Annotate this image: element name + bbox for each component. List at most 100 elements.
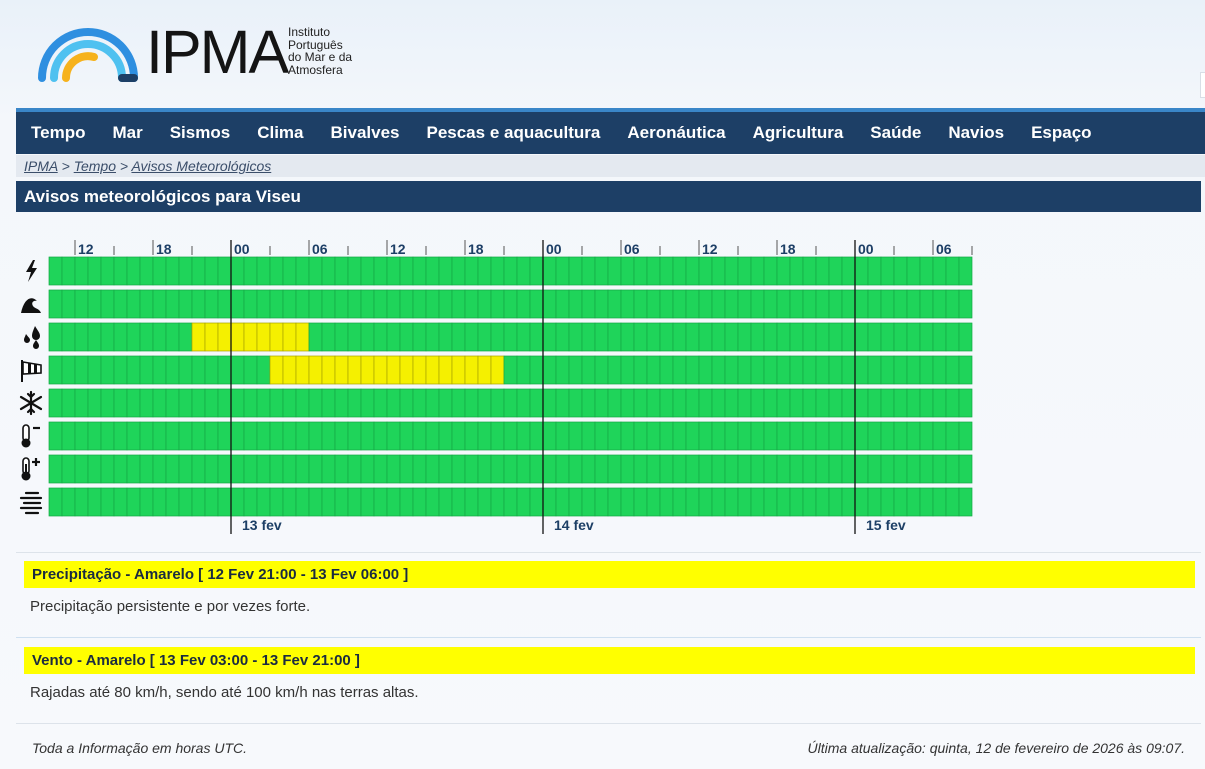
warning-cell-green[interactable] <box>724 388 739 418</box>
warning-cell-green[interactable] <box>503 487 518 517</box>
warning-cell-green[interactable] <box>659 322 674 352</box>
warning-cell-green[interactable] <box>568 421 583 451</box>
warning-cell-green[interactable] <box>880 322 895 352</box>
warning-cell-green[interactable] <box>451 289 466 319</box>
warning-cell-green[interactable] <box>490 289 505 319</box>
warning-cell-green[interactable] <box>763 256 778 286</box>
warning-cell-green[interactable] <box>919 421 934 451</box>
warning-cell-green[interactable] <box>139 355 154 385</box>
warning-cell-yellow[interactable] <box>282 322 297 352</box>
warning-cell-green[interactable] <box>789 487 804 517</box>
warning-cell-green[interactable] <box>555 322 570 352</box>
warning-cell-green[interactable] <box>724 454 739 484</box>
warning-cell-green[interactable] <box>880 289 895 319</box>
warning-cell-green[interactable] <box>893 454 908 484</box>
warning-cell-green[interactable] <box>919 256 934 286</box>
warning-cell-green[interactable] <box>451 322 466 352</box>
warning-cell-green[interactable] <box>646 355 661 385</box>
warning-cell-green[interactable] <box>347 256 362 286</box>
ipma-logo[interactable]: IPMA Instituto Português do Mar e da Atm… <box>36 22 366 86</box>
warning-cell-green[interactable] <box>191 487 206 517</box>
warning-cell-green[interactable] <box>269 421 284 451</box>
nav-item-saude[interactable]: Saúde <box>870 123 921 143</box>
warning-cell-green[interactable] <box>737 289 752 319</box>
warning-cell-green[interactable] <box>828 355 843 385</box>
warning-cell-green[interactable] <box>529 421 544 451</box>
warning-cell-green[interactable] <box>763 322 778 352</box>
warning-cell-green[interactable] <box>711 421 726 451</box>
warning-cell-green[interactable] <box>763 421 778 451</box>
warning-cell-yellow[interactable] <box>490 355 505 385</box>
warning-cell-green[interactable] <box>607 322 622 352</box>
warning-cell-green[interactable] <box>204 388 219 418</box>
warning-cell-green[interactable] <box>932 355 947 385</box>
warning-cell-green[interactable] <box>958 454 973 484</box>
warning-cell-green[interactable] <box>204 421 219 451</box>
warning-cell-green[interactable] <box>360 388 375 418</box>
warning-cell-green[interactable] <box>802 388 817 418</box>
warning-cell-green[interactable] <box>360 421 375 451</box>
warning-cell-green[interactable] <box>334 388 349 418</box>
warning-cell-green[interactable] <box>932 388 947 418</box>
warning-cell-green[interactable] <box>646 322 661 352</box>
warning-cell-green[interactable] <box>87 388 102 418</box>
warning-cell-green[interactable] <box>451 487 466 517</box>
warning-cell-green[interactable] <box>594 289 609 319</box>
warning-cell-green[interactable] <box>360 454 375 484</box>
warning-cell-green[interactable] <box>750 454 765 484</box>
warning-cell-yellow[interactable] <box>256 322 271 352</box>
warning-cell-green[interactable] <box>399 256 414 286</box>
warning-cell-green[interactable] <box>308 289 323 319</box>
warning-cell-green[interactable] <box>620 256 635 286</box>
warning-cell-green[interactable] <box>646 388 661 418</box>
warning-cell-green[interactable] <box>243 454 258 484</box>
warning-cell-green[interactable] <box>867 256 882 286</box>
warning-cell-green[interactable] <box>347 487 362 517</box>
warning-cell-green[interactable] <box>282 421 297 451</box>
warning-cell-green[interactable] <box>412 256 427 286</box>
warning-cell-green[interactable] <box>178 355 193 385</box>
warning-cell-green[interactable] <box>776 355 791 385</box>
warning-cell-green[interactable] <box>165 289 180 319</box>
warning-cell-green[interactable] <box>360 322 375 352</box>
warning-cell-yellow[interactable] <box>347 355 362 385</box>
warning-cell-green[interactable] <box>620 322 635 352</box>
warning-cell-green[interactable] <box>854 322 869 352</box>
warning-cell-green[interactable] <box>230 421 245 451</box>
warning-cell-green[interactable] <box>568 256 583 286</box>
warning-cell-green[interactable] <box>854 256 869 286</box>
warning-cell-green[interactable] <box>100 421 115 451</box>
warning-cell-green[interactable] <box>880 355 895 385</box>
warning-cell-green[interactable] <box>776 487 791 517</box>
warning-cell-green[interactable] <box>698 355 713 385</box>
warning-cell-green[interactable] <box>750 355 765 385</box>
warning-cell-green[interactable] <box>802 322 817 352</box>
warning-cell-green[interactable] <box>672 289 687 319</box>
warning-cell-yellow[interactable] <box>334 355 349 385</box>
warning-cell-yellow[interactable] <box>373 355 388 385</box>
warning-cell-green[interactable] <box>945 322 960 352</box>
warning-cell-green[interactable] <box>256 388 271 418</box>
warning-cell-green[interactable] <box>282 454 297 484</box>
warning-cell-green[interactable] <box>932 289 947 319</box>
warning-cell-green[interactable] <box>737 454 752 484</box>
breadcrumb-link-avisos[interactable]: Avisos Meteorológicos <box>131 158 271 174</box>
warning-cell-green[interactable] <box>711 289 726 319</box>
warning-cell-green[interactable] <box>555 256 570 286</box>
warning-cell-green[interactable] <box>789 388 804 418</box>
warning-cell-green[interactable] <box>893 487 908 517</box>
warning-cell-green[interactable] <box>438 421 453 451</box>
warning-cell-green[interactable] <box>763 454 778 484</box>
warning-cell-green[interactable] <box>191 289 206 319</box>
warning-cell-green[interactable] <box>776 388 791 418</box>
warning-cell-green[interactable] <box>438 289 453 319</box>
warning-cell-green[interactable] <box>347 289 362 319</box>
warning-cell-green[interactable] <box>620 289 635 319</box>
warning-cell-green[interactable] <box>100 256 115 286</box>
warning-cell-green[interactable] <box>620 487 635 517</box>
warning-cell-green[interactable] <box>763 388 778 418</box>
warning-cell-green[interactable] <box>48 388 63 418</box>
warning-cell-green[interactable] <box>126 289 141 319</box>
warning-cell-green[interactable] <box>308 487 323 517</box>
warning-cell-green[interactable] <box>334 322 349 352</box>
